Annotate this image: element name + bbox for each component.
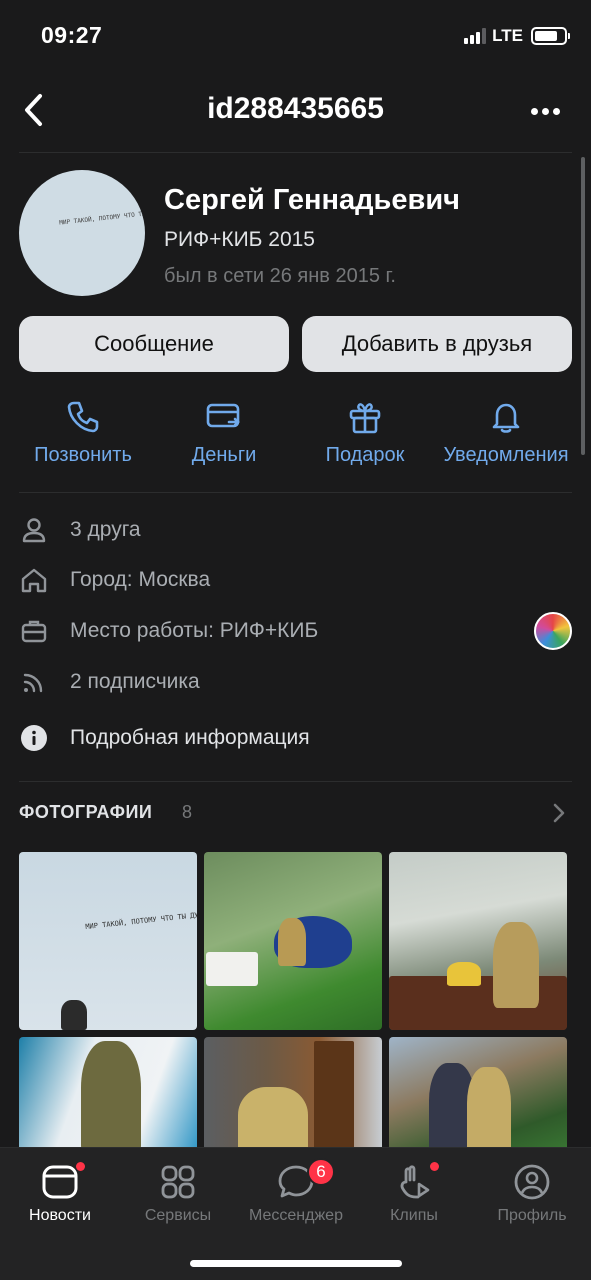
- photo-caption: МИР ТАКОЙ, ПОТОМУ ЧТО ТЫ ДУМАЕШЬ: [84, 908, 197, 932]
- bell-icon: [492, 403, 520, 433]
- more-dots-icon: [530, 107, 538, 115]
- gift-icon: [349, 403, 381, 434]
- work-text: Место работы: РИФ+КИБ: [70, 619, 319, 642]
- photo-table: [206, 952, 258, 986]
- photos-title[interactable]: ФОТОГРАФИИ: [19, 802, 152, 823]
- photo-figure: [467, 1067, 511, 1157]
- company-logo[interactable]: [534, 612, 572, 650]
- profile-icon: [514, 1164, 550, 1200]
- gift-action[interactable]: Подарок: [290, 398, 440, 467]
- photo-thumbnail[interactable]: [389, 1037, 567, 1157]
- status-indicators: LTE: [464, 26, 570, 46]
- followers-count: 2 подписчика: [70, 670, 200, 693]
- photo-thumbnail[interactable]: [389, 852, 567, 1030]
- notification-dot: [76, 1162, 85, 1171]
- photo-thumbnail[interactable]: [204, 1037, 382, 1157]
- tab-label: Новости: [29, 1207, 91, 1224]
- avatar[interactable]: МИР ТАКОЙ, ПОТОМУ ЧТО ТЫ ДУМАЕШЬ...: [19, 170, 145, 296]
- news-icon: [42, 1165, 78, 1199]
- unread-badge: 6: [307, 1158, 335, 1186]
- network-type: LTE: [492, 26, 523, 45]
- status-time: 09:27: [41, 22, 103, 48]
- last-seen: был в сети 26 янв 2015 г.: [164, 265, 396, 287]
- home-icon: [21, 568, 47, 593]
- tab-messenger[interactable]: 6 Мессенджер: [237, 1158, 355, 1225]
- tab-clips[interactable]: Клипы: [355, 1162, 473, 1225]
- photos-count: 8: [182, 802, 193, 822]
- tab-bar: Новости Сервисы 6 Мессенджер Клипы Профи…: [0, 1147, 591, 1280]
- battery-icon: [531, 27, 570, 45]
- notifications-label: Уведомления: [443, 444, 569, 466]
- chevron-right-icon[interactable]: [549, 802, 569, 824]
- notification-dot: [430, 1162, 439, 1171]
- photo-thumbnail[interactable]: МИР ТАКОЙ, ПОТОМУ ЧТО ТЫ ДУМАЕШЬ: [19, 852, 197, 1030]
- home-indicator[interactable]: [190, 1260, 402, 1267]
- followers-row[interactable]: 2 подписчика: [19, 662, 579, 702]
- details-link: Подробная информация: [70, 726, 310, 749]
- money-action[interactable]: Деньги: [149, 398, 299, 467]
- friends-row[interactable]: 3 друга: [19, 510, 579, 550]
- photo-figure: [61, 1000, 87, 1030]
- profile-status: РИФ+КИБ 2015: [164, 228, 315, 251]
- call-action[interactable]: Позвонить: [8, 398, 158, 467]
- money-label: Деньги: [191, 444, 257, 466]
- photo-bookshelf: [314, 1041, 354, 1157]
- city-row: Город: Москва: [19, 560, 579, 600]
- avatar-caption: МИР ТАКОЙ, ПОТОМУ ЧТО ТЫ ДУМАЕШЬ...: [58, 206, 145, 227]
- phone-icon: [67, 401, 99, 433]
- add-friend-button[interactable]: Добавить в друзья: [302, 316, 572, 372]
- photo-thumbnail[interactable]: [204, 852, 382, 1030]
- photo-figure: [447, 962, 481, 986]
- tab-services[interactable]: Сервисы: [119, 1162, 237, 1225]
- photo-figure: [278, 918, 306, 966]
- tab-news[interactable]: Новости: [1, 1162, 119, 1225]
- photo-figure: [493, 922, 539, 1008]
- gift-label: Подарок: [325, 444, 405, 466]
- status-bar: 09:27 LTE: [0, 0, 591, 72]
- notifications-action[interactable]: Уведомления: [431, 398, 581, 467]
- user-icon: [22, 518, 46, 543]
- tab-profile[interactable]: Профиль: [473, 1162, 591, 1225]
- divider: [19, 781, 572, 782]
- message-button[interactable]: Сообщение: [19, 316, 289, 372]
- call-label: Позвонить: [34, 444, 132, 466]
- signal-icon: [464, 28, 487, 44]
- page-title: id288435665: [207, 92, 384, 125]
- briefcase-icon: [21, 620, 47, 643]
- work-row[interactable]: Место работы: РИФ+КИБ: [19, 611, 579, 651]
- clips-icon: [400, 1165, 430, 1199]
- city-text: Город: Москва: [70, 568, 211, 591]
- photo-figure: [81, 1041, 141, 1157]
- divider: [19, 152, 572, 153]
- details-row[interactable]: Подробная информация: [19, 718, 579, 758]
- more-button[interactable]: [525, 96, 565, 126]
- rss-icon: [23, 673, 43, 693]
- services-icon: [161, 1165, 195, 1199]
- friends-count: 3 друга: [70, 518, 141, 541]
- money-transfer-icon: [206, 403, 240, 428]
- photo-thumbnail[interactable]: [19, 1037, 197, 1157]
- divider: [19, 492, 572, 493]
- profile-name: Сергей Геннадьевич: [164, 184, 460, 216]
- tab-label: Мессенджер: [249, 1207, 343, 1224]
- info-icon: [21, 725, 47, 751]
- tab-label: Профиль: [497, 1207, 567, 1224]
- tab-label: Клипы: [390, 1207, 438, 1224]
- quick-actions: Позвонить Деньги Подарок Уведомления: [0, 398, 591, 474]
- header: id288435665: [0, 72, 591, 152]
- tab-label: Сервисы: [144, 1207, 212, 1224]
